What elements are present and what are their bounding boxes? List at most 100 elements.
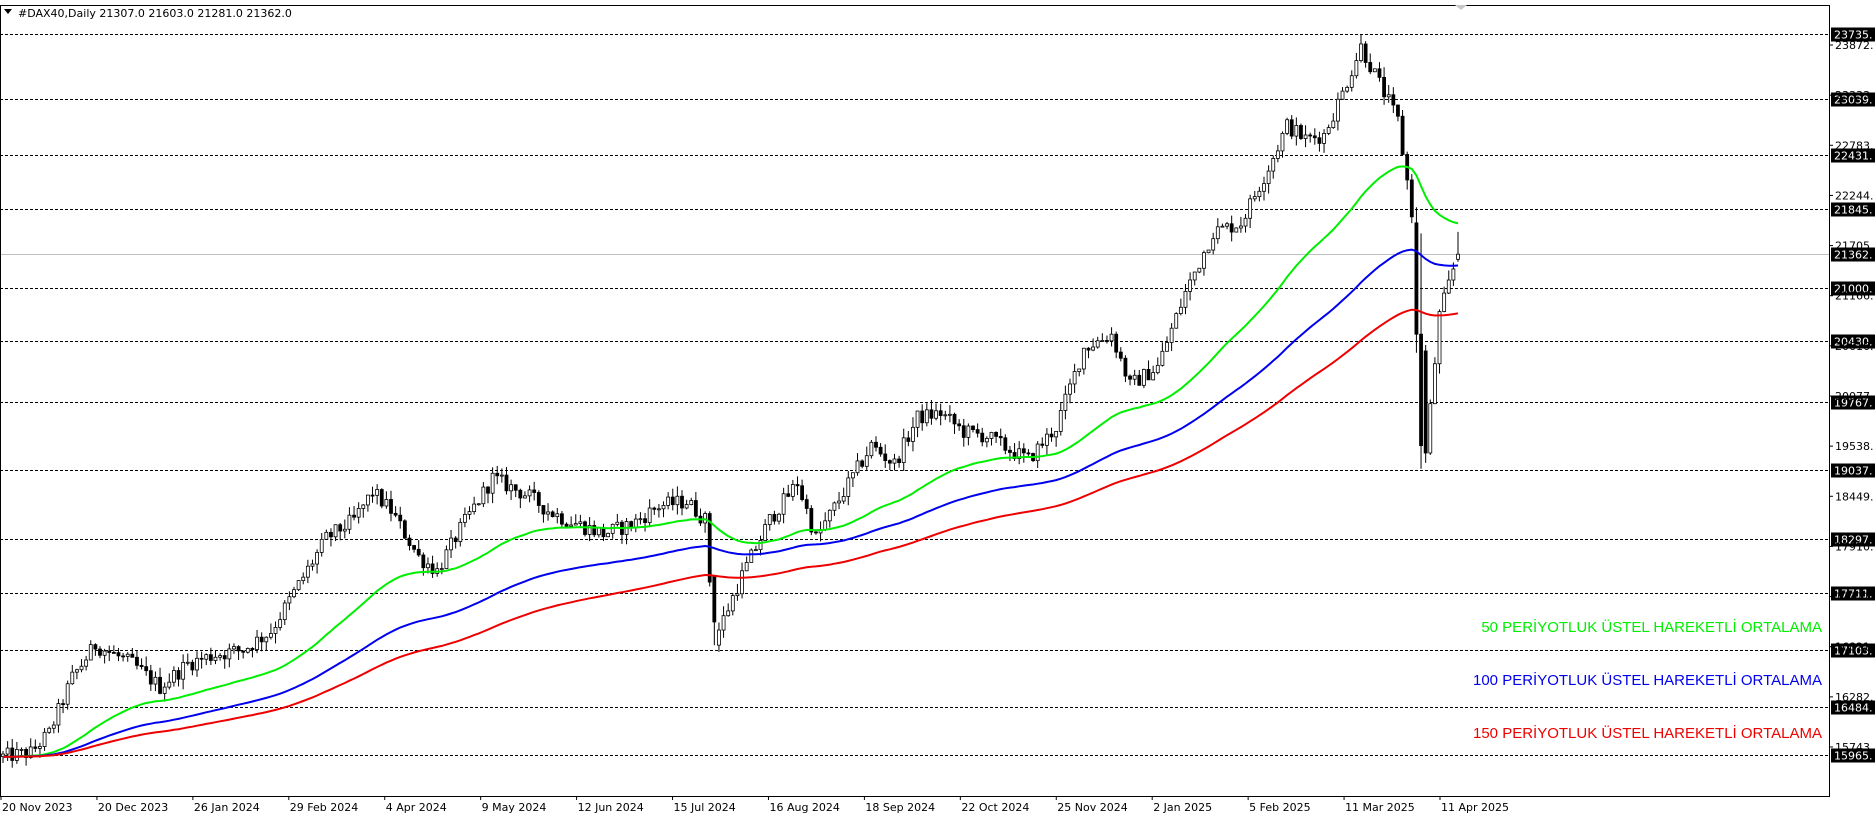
candle-body [1077, 368, 1082, 372]
candle-body [717, 629, 721, 646]
candle-body [1086, 347, 1091, 351]
candle-body [499, 474, 504, 477]
x-tick-label-2: 26 Jan 2024 [194, 801, 260, 814]
x-tick-label-15: 11 Apr 2025 [1441, 801, 1509, 814]
candle-body [347, 514, 352, 530]
candle-body [754, 549, 758, 552]
candle-body [449, 537, 453, 551]
candle-body [75, 669, 79, 673]
candle-body [1446, 279, 1451, 294]
candle-body [1123, 357, 1128, 377]
candle-body [680, 495, 684, 509]
candle-body [1423, 350, 1428, 454]
candle-body [606, 532, 610, 538]
candle-body [218, 655, 222, 658]
candle-body [647, 507, 652, 523]
candle-body [1072, 371, 1077, 385]
candle-body [786, 493, 791, 497]
x-tick-label-9: 18 Sep 2024 [865, 801, 935, 814]
candle-64 [296, 580, 301, 591]
candle-body [241, 650, 246, 653]
y-tick-label-6: 20616. [1835, 340, 1874, 353]
candle-body [1197, 267, 1202, 273]
candle-body [352, 514, 356, 518]
candle-body [93, 644, 98, 650]
candle-body [883, 453, 888, 461]
candle-body [356, 508, 361, 518]
candle-body [144, 666, 149, 672]
candle-87 [402, 519, 407, 539]
candle-body [412, 545, 416, 550]
candle-body [98, 648, 102, 656]
candle-body [10, 747, 15, 761]
candle-body [629, 521, 634, 529]
x-tick-label-14: 11 Mar 2025 [1345, 801, 1415, 814]
candle-body [1229, 223, 1234, 233]
candle-body [1137, 374, 1142, 386]
candle-body [573, 523, 578, 526]
chart[interactable]: 23735.23039.22431.21845.21000.20430.1976… [0, 0, 1875, 822]
candle-body [47, 727, 52, 733]
candle-body [439, 568, 444, 570]
candle-body [1400, 115, 1405, 155]
candle-body [915, 410, 920, 428]
x-tick-label-3: 29 Feb 2024 [290, 801, 358, 814]
candle-308 [1423, 344, 1428, 463]
candle-body [176, 670, 181, 680]
candle-305 [1409, 174, 1414, 224]
candle-247 [1142, 368, 1146, 389]
candle-body [1326, 127, 1331, 134]
candle-body [887, 460, 892, 464]
candle-body [952, 413, 957, 425]
candle-body [1128, 375, 1132, 380]
candle-body [148, 670, 153, 685]
candle-body [823, 520, 828, 531]
candle-body [1003, 437, 1008, 451]
candle-body [185, 661, 190, 664]
candle-body [1372, 68, 1377, 73]
candle-body [1294, 125, 1299, 137]
candle-body [1211, 238, 1216, 251]
y-tick-label-2: 22783. [1835, 139, 1874, 152]
candle-body [222, 655, 227, 660]
x-tick-label-1: 20 Dec 2023 [98, 801, 168, 814]
candle-body [389, 499, 393, 514]
candle-body [814, 531, 818, 534]
candle-body [1396, 104, 1400, 117]
candle-body [264, 636, 269, 643]
candle-body [361, 504, 366, 509]
candle-body [407, 537, 412, 546]
candle-body [273, 627, 278, 634]
candle-82 [379, 488, 384, 509]
candle-body [1363, 43, 1368, 63]
candle-body [1377, 68, 1382, 78]
candle-body [971, 425, 975, 430]
candle-body [476, 503, 481, 506]
candle-body [984, 438, 989, 443]
x-tick-label-6: 12 Jun 2024 [578, 801, 644, 814]
candle-259 [1197, 267, 1202, 274]
candle-body [1068, 383, 1072, 395]
candle-body [1188, 279, 1192, 292]
x-tick-label-8: 16 Aug 2024 [769, 801, 839, 814]
candle-body [158, 676, 162, 694]
candle-body [513, 484, 518, 491]
candle-body [518, 489, 523, 499]
candle-body [684, 504, 689, 509]
candle-126 [583, 520, 587, 537]
candle-body [56, 703, 61, 726]
candle-body [1192, 271, 1197, 281]
candle-body [319, 538, 324, 553]
candle-body [245, 648, 250, 653]
candle-body [1317, 137, 1322, 144]
candle-body [1248, 198, 1253, 219]
candle-body [920, 410, 925, 424]
candle-body [495, 472, 500, 477]
candle-267 [1234, 227, 1239, 233]
candle-body [712, 575, 717, 623]
candle-body [116, 652, 121, 657]
x-tick-label-7: 15 Jul 2024 [674, 801, 736, 814]
y-tick-label-12: 16821. [1835, 641, 1874, 654]
candle-body [864, 455, 869, 467]
candle-body [88, 644, 93, 661]
